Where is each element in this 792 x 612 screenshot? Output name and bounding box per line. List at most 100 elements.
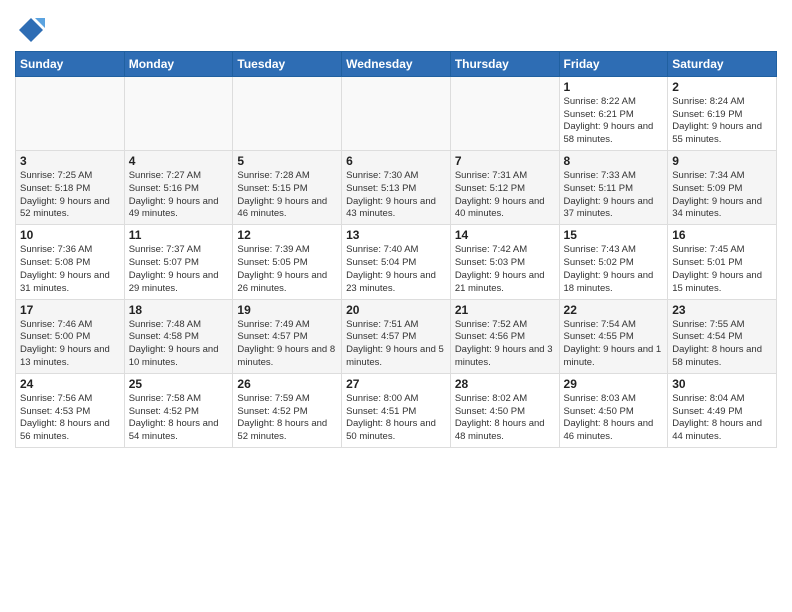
calendar-week-row: 24Sunrise: 7:56 AMSunset: 4:53 PMDayligh… — [16, 373, 777, 447]
calendar-cell: 14 Sunrise: 7:42 AMSunset: 5:03 PMDayligh… — [450, 225, 559, 299]
day-number: 25 — [129, 377, 229, 391]
day-info: Sunrise: 7:25 AMSunset: 5:18 PMDaylight:… — [20, 170, 120, 221]
calendar-table: SundayMondayTuesdayWednesdayThursdayFrid… — [15, 51, 777, 448]
day-number: 21 — [455, 303, 555, 317]
day-number: 5 — [237, 154, 337, 168]
calendar-cell: 5 Sunrise: 7:28 AMSunset: 5:15 PMDaylight… — [233, 151, 342, 225]
day-number: 2 — [672, 80, 772, 94]
calendar-cell: 13 Sunrise: 7:40 AMSunset: 5:04 PMDayligh… — [342, 225, 451, 299]
day-info: Sunrise: 8:04 AMSunset: 4:49 PMDaylight:… — [672, 393, 772, 444]
calendar-cell: 9 Sunrise: 7:34 AMSunset: 5:09 PMDaylight… — [668, 151, 777, 225]
day-of-week-header: Thursday — [450, 51, 559, 76]
day-number: 24 — [20, 377, 120, 391]
day-number: 22 — [564, 303, 664, 317]
day-info: Sunrise: 7:48 AMSunset: 4:58 PMDaylight:… — [129, 319, 229, 370]
day-info: Sunrise: 8:00 AMSunset: 4:51 PMDaylight:… — [346, 393, 446, 444]
day-info: Sunrise: 7:55 AMSunset: 4:54 PMDaylight:… — [672, 319, 772, 370]
day-number: 18 — [129, 303, 229, 317]
page-header — [15, 10, 777, 45]
day-info: Sunrise: 7:30 AMSunset: 5:13 PMDaylight:… — [346, 170, 446, 221]
calendar-cell: 8 Sunrise: 7:33 AMSunset: 5:11 PMDaylight… — [559, 151, 668, 225]
day-number: 7 — [455, 154, 555, 168]
day-info: Sunrise: 7:59 AMSunset: 4:52 PMDaylight:… — [237, 393, 337, 444]
day-info: Sunrise: 7:37 AMSunset: 5:07 PMDaylight:… — [129, 244, 229, 295]
day-number: 9 — [672, 154, 772, 168]
logo-icon — [17, 16, 45, 44]
calendar-cell: 28 Sunrise: 8:02 AMSunset: 4:50 PMDayligh… — [450, 373, 559, 447]
day-number: 30 — [672, 377, 772, 391]
day-info: Sunrise: 7:43 AMSunset: 5:02 PMDaylight:… — [564, 244, 664, 295]
day-number: 8 — [564, 154, 664, 168]
day-info: Sunrise: 7:54 AMSunset: 4:55 PMDaylight:… — [564, 319, 664, 370]
calendar-cell: 20 Sunrise: 7:51 AMSunset: 4:57 PMDayligh… — [342, 299, 451, 373]
day-info: Sunrise: 7:39 AMSunset: 5:05 PMDaylight:… — [237, 244, 337, 295]
day-info: Sunrise: 7:27 AMSunset: 5:16 PMDaylight:… — [129, 170, 229, 221]
day-info: Sunrise: 8:02 AMSunset: 4:50 PMDaylight:… — [455, 393, 555, 444]
calendar-cell: 12 Sunrise: 7:39 AMSunset: 5:05 PMDayligh… — [233, 225, 342, 299]
day-number: 15 — [564, 228, 664, 242]
calendar-cell: 22 Sunrise: 7:54 AMSunset: 4:55 PMDayligh… — [559, 299, 668, 373]
calendar-cell: 4 Sunrise: 7:27 AMSunset: 5:16 PMDaylight… — [124, 151, 233, 225]
day-info: Sunrise: 7:51 AMSunset: 4:57 PMDaylight:… — [346, 319, 446, 370]
day-info: Sunrise: 7:58 AMSunset: 4:52 PMDaylight:… — [129, 393, 229, 444]
day-info: Sunrise: 7:34 AMSunset: 5:09 PMDaylight:… — [672, 170, 772, 221]
day-number: 29 — [564, 377, 664, 391]
day-info: Sunrise: 7:28 AMSunset: 5:15 PMDaylight:… — [237, 170, 337, 221]
calendar-cell: 1 Sunrise: 8:22 AMSunset: 6:21 PMDaylight… — [559, 76, 668, 150]
day-number: 12 — [237, 228, 337, 242]
day-info: Sunrise: 7:42 AMSunset: 5:03 PMDaylight:… — [455, 244, 555, 295]
day-info: Sunrise: 7:45 AMSunset: 5:01 PMDaylight:… — [672, 244, 772, 295]
day-number: 3 — [20, 154, 120, 168]
calendar-week-row: 3 Sunrise: 7:25 AMSunset: 5:18 PMDaylight… — [16, 151, 777, 225]
calendar-cell: 30 Sunrise: 8:04 AMSunset: 4:49 PMDayligh… — [668, 373, 777, 447]
calendar-cell: 11 Sunrise: 7:37 AMSunset: 5:07 PMDayligh… — [124, 225, 233, 299]
day-info: Sunrise: 7:31 AMSunset: 5:12 PMDaylight:… — [455, 170, 555, 221]
day-number: 11 — [129, 228, 229, 242]
day-number: 13 — [346, 228, 446, 242]
day-number: 6 — [346, 154, 446, 168]
calendar-cell: 10 Sunrise: 7:36 AMSunset: 5:08 PMDayligh… — [16, 225, 125, 299]
day-number: 4 — [129, 154, 229, 168]
calendar-cell: 6 Sunrise: 7:30 AMSunset: 5:13 PMDaylight… — [342, 151, 451, 225]
day-info: Sunrise: 7:52 AMSunset: 4:56 PMDaylight:… — [455, 319, 555, 370]
day-of-week-header: Wednesday — [342, 51, 451, 76]
day-number: 28 — [455, 377, 555, 391]
day-info: Sunrise: 7:40 AMSunset: 5:04 PMDaylight:… — [346, 244, 446, 295]
calendar-cell: 3 Sunrise: 7:25 AMSunset: 5:18 PMDaylight… — [16, 151, 125, 225]
day-number: 19 — [237, 303, 337, 317]
calendar-cell: 15 Sunrise: 7:43 AMSunset: 5:02 PMDayligh… — [559, 225, 668, 299]
day-number: 26 — [237, 377, 337, 391]
calendar-week-row: 1 Sunrise: 8:22 AMSunset: 6:21 PMDaylight… — [16, 76, 777, 150]
day-of-week-header: Sunday — [16, 51, 125, 76]
day-number: 27 — [346, 377, 446, 391]
day-number: 14 — [455, 228, 555, 242]
day-number: 20 — [346, 303, 446, 317]
day-number: 10 — [20, 228, 120, 242]
day-of-week-header: Tuesday — [233, 51, 342, 76]
calendar-cell — [124, 76, 233, 150]
calendar-cell: 18 Sunrise: 7:48 AMSunset: 4:58 PMDayligh… — [124, 299, 233, 373]
calendar-cell: 19 Sunrise: 7:49 AMSunset: 4:57 PMDayligh… — [233, 299, 342, 373]
day-info: Sunrise: 7:36 AMSunset: 5:08 PMDaylight:… — [20, 244, 120, 295]
day-info: Sunrise: 7:33 AMSunset: 5:11 PMDaylight:… — [564, 170, 664, 221]
day-info: Sunrise: 8:24 AMSunset: 6:19 PMDaylight:… — [672, 96, 772, 147]
day-of-week-header: Saturday — [668, 51, 777, 76]
calendar-cell — [233, 76, 342, 150]
day-number: 1 — [564, 80, 664, 94]
calendar-week-row: 17Sunrise: 7:46 AMSunset: 5:00 PMDayligh… — [16, 299, 777, 373]
day-of-week-header: Friday — [559, 51, 668, 76]
day-info: Sunrise: 7:49 AMSunset: 4:57 PMDaylight:… — [237, 319, 337, 370]
calendar-cell: 29 Sunrise: 8:03 AMSunset: 4:50 PMDayligh… — [559, 373, 668, 447]
day-of-week-header: Monday — [124, 51, 233, 76]
logo — [15, 16, 45, 45]
day-info: Sunrise: 7:46 AMSunset: 5:00 PMDaylight:… — [20, 319, 120, 370]
calendar-cell — [342, 76, 451, 150]
day-info: Sunrise: 8:22 AMSunset: 6:21 PMDaylight:… — [564, 96, 664, 147]
day-info: Sunrise: 8:03 AMSunset: 4:50 PMDaylight:… — [564, 393, 664, 444]
calendar-header-row: SundayMondayTuesdayWednesdayThursdayFrid… — [16, 51, 777, 76]
calendar-cell: 16Sunrise: 7:45 AMSunset: 5:01 PMDayligh… — [668, 225, 777, 299]
calendar-cell: 2 Sunrise: 8:24 AMSunset: 6:19 PMDaylight… — [668, 76, 777, 150]
calendar-cell: 24Sunrise: 7:56 AMSunset: 4:53 PMDayligh… — [16, 373, 125, 447]
calendar-cell: 7 Sunrise: 7:31 AMSunset: 5:12 PMDaylight… — [450, 151, 559, 225]
calendar-cell: 25 Sunrise: 7:58 AMSunset: 4:52 PMDayligh… — [124, 373, 233, 447]
